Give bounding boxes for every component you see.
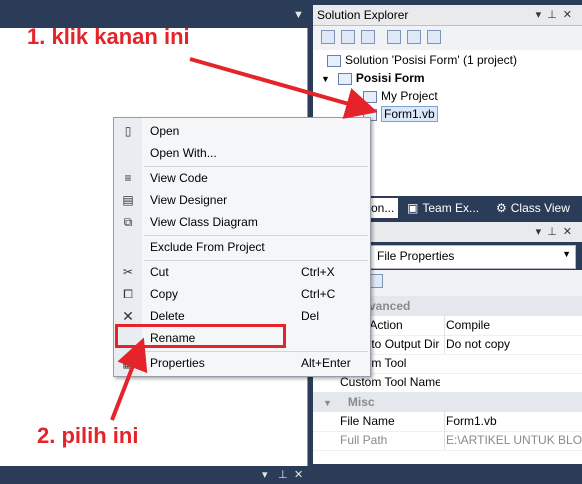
arrow-to-rename <box>110 337 148 421</box>
annotation-arrows <box>110 57 378 421</box>
arrow-to-form-file <box>189 57 378 119</box>
